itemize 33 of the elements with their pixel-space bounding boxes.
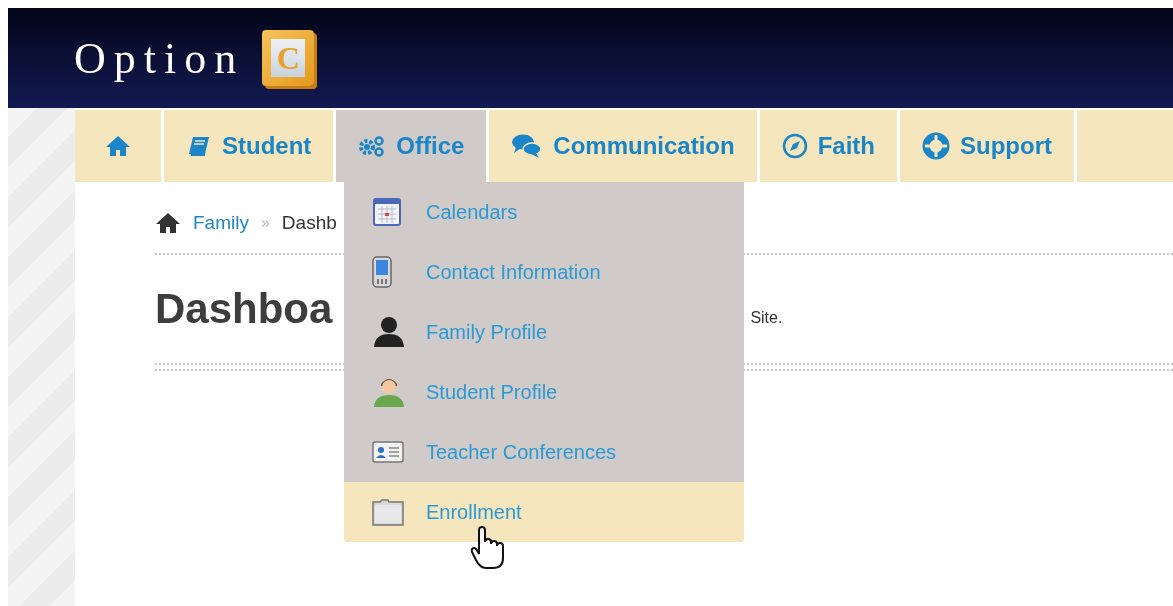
menu-item[interactable]: Student Profile	[344, 362, 744, 422]
book-icon	[186, 135, 212, 157]
menu-item[interactable]: Calendars	[344, 182, 744, 242]
home-icon	[105, 135, 131, 157]
logo-text: Option	[74, 32, 245, 84]
compass-icon	[781, 133, 808, 159]
nav-tab[interactable]: Student	[164, 110, 334, 182]
menu-item[interactable]: Enrollment	[344, 482, 744, 542]
gears-icon	[358, 135, 387, 157]
breadcrumb-separator: »	[260, 214, 270, 232]
toy-block-logo: C	[262, 30, 315, 86]
nav-tab[interactable]: Office	[336, 110, 487, 182]
nav-tab[interactable]: Support	[900, 110, 1074, 182]
chat-icon	[511, 133, 544, 159]
page-title: Dashboa	[155, 285, 333, 333]
person-icon	[372, 376, 406, 408]
home-tab[interactable]	[75, 110, 161, 182]
person-icon	[372, 316, 406, 348]
menu-item[interactable]: Teacher Conferences	[344, 422, 744, 482]
folder-icon	[372, 498, 404, 526]
hand-cursor-icon	[470, 526, 506, 570]
breadcrumb-link[interactable]: Family	[193, 212, 249, 234]
menu-item[interactable]: Contact Information	[344, 242, 744, 302]
breadcrumb-current: Dashb	[281, 212, 337, 234]
mobile-phone-icon	[372, 256, 392, 288]
calendar-icon	[372, 197, 402, 227]
nav-tab[interactable]: Communication	[489, 110, 757, 182]
id-card-icon	[372, 440, 404, 464]
nav-tab[interactable]: Faith	[759, 110, 897, 182]
home-icon	[155, 212, 181, 234]
menu-item[interactable]: Family Profile	[344, 302, 744, 362]
lifebuoy-icon	[922, 132, 950, 160]
welcome-text: Site.	[750, 309, 783, 327]
